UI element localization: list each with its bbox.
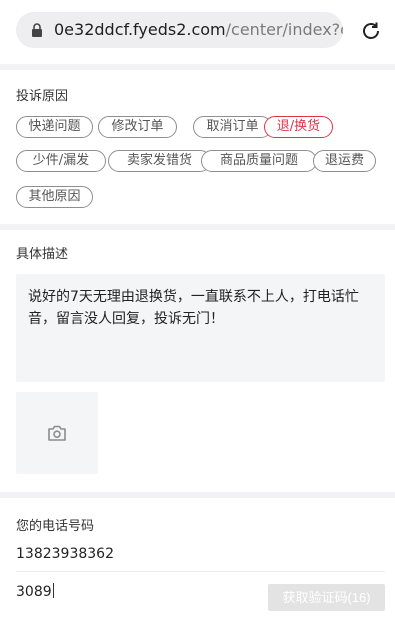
input-divider	[16, 571, 385, 572]
get-verification-code-button[interactable]: 获取验证码(16)	[268, 584, 385, 611]
phone-input[interactable]: 13823938362	[16, 544, 114, 564]
verification-code-text: 3089	[16, 584, 52, 600]
reason-tag-quality[interactable]: 商品质量问题	[201, 150, 317, 172]
lock-icon	[32, 23, 42, 37]
url-text: 0e32ddcf.fyeds2.com/center/index?or	[54, 19, 343, 41]
text-caret	[52, 583, 54, 598]
reason-tag-express[interactable]: 快递问题	[16, 116, 93, 138]
section-divider	[0, 224, 395, 230]
url-path: /center/index?or	[225, 20, 343, 39]
verification-code-input[interactable]: 3089	[16, 582, 54, 602]
reason-tag-refund-shipping[interactable]: 退运费	[313, 150, 376, 172]
camera-icon	[48, 425, 66, 441]
reason-tag-other[interactable]: 其他原因	[16, 186, 93, 208]
reason-tag-missing-items[interactable]: 少件/漏发	[16, 150, 106, 172]
complaint-reason-label: 投诉原因	[16, 89, 69, 104]
description-text: 说好的7天无理由退换货，一直联系不上人，打电话忙音，留言没人回复，投诉无门！	[28, 289, 359, 327]
description-textarea[interactable]: 说好的7天无理由退换货，一直联系不上人，打电话忙音，留言没人回复，投诉无门！	[16, 274, 385, 382]
reason-tag-cancel-order[interactable]: 取消订单	[193, 116, 272, 138]
reason-tag-return-exchange[interactable]: 退/换货	[264, 116, 333, 138]
browser-toolbar: 0e32ddcf.fyeds2.com/center/index?or	[0, 0, 395, 64]
section-divider	[0, 492, 395, 498]
reload-icon[interactable]	[360, 20, 382, 42]
description-label: 具体描述	[16, 247, 69, 262]
reason-tag-modify-order[interactable]: 修改订单	[98, 116, 177, 138]
address-bar[interactable]: 0e32ddcf.fyeds2.com/center/index?or	[16, 12, 343, 48]
reason-tag-wrong-item[interactable]: 卖家发错货	[108, 150, 211, 172]
phone-label: 您的电话号码	[16, 519, 95, 534]
photo-upload-button[interactable]	[16, 392, 98, 474]
section-divider	[0, 64, 395, 70]
url-host: 0e32ddcf.fyeds2.com	[54, 20, 226, 39]
